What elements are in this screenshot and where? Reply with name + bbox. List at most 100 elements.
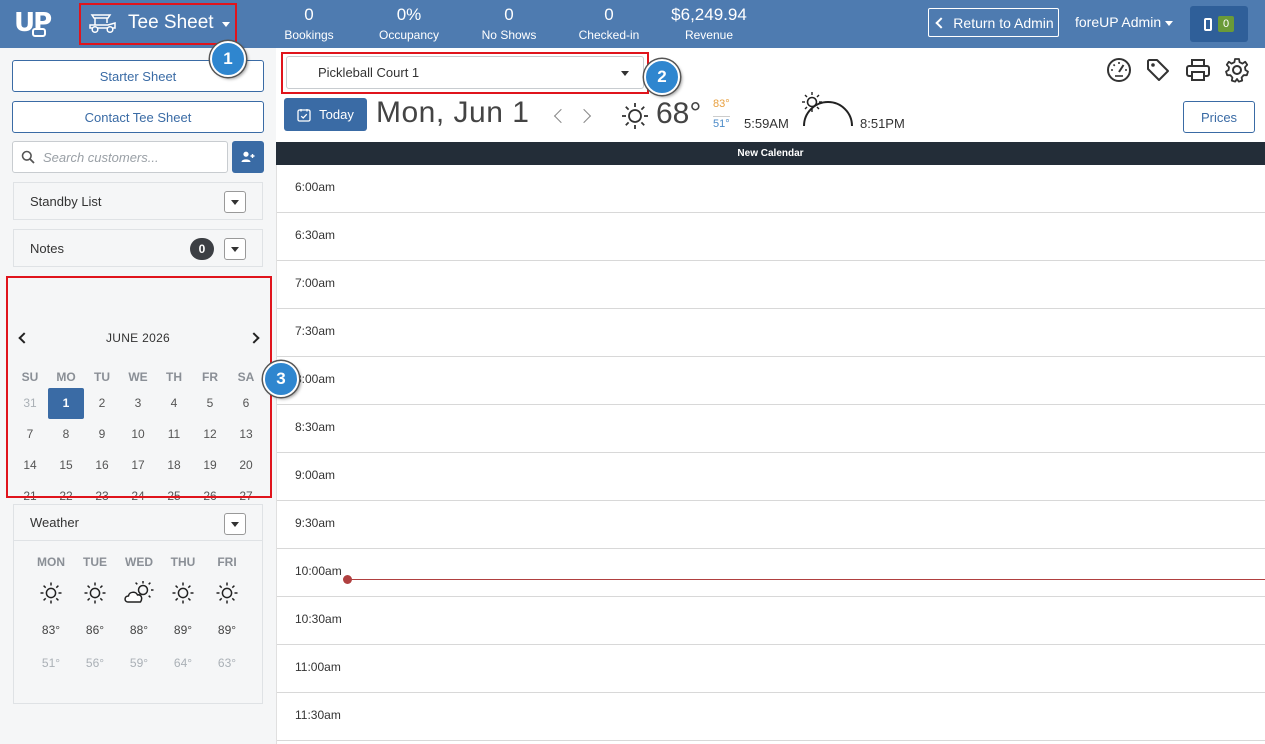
gear-icon[interactable] <box>1224 57 1250 83</box>
dashboard-gauge-icon[interactable] <box>1106 57 1132 83</box>
time-slot[interactable]: 6:00am <box>277 165 1265 213</box>
forecast-hi: 88° <box>129 623 149 637</box>
time-slot-label: 7:30am <box>295 324 336 338</box>
today-button[interactable]: Today <box>284 98 367 131</box>
stat-value: $6,249.94 <box>671 5 747 24</box>
chevron-down-icon <box>231 521 239 527</box>
forecast-day: THU <box>170 555 196 569</box>
forecast-day: FRI <box>217 555 237 569</box>
today-label: Today <box>319 107 354 122</box>
stat-label: Checked-in <box>578 28 640 42</box>
time-slot-label: 9:30am <box>295 516 336 530</box>
time-slot[interactable]: 7:00am <box>277 261 1265 309</box>
callout-box-module <box>79 3 237 45</box>
stat-revenue: $6,249.94 Revenue <box>664 5 754 43</box>
sunrise-time: 5:59AM <box>744 116 789 131</box>
search-input[interactable] <box>43 149 213 165</box>
stat-occupancy: 0% Occupancy <box>374 5 444 43</box>
time-slot[interactable]: 7:30am <box>277 309 1265 357</box>
time-slot[interactable]: 9:30am <box>277 501 1265 549</box>
standby-list-label: Standby List <box>30 193 102 209</box>
callout-badge: 1 <box>210 41 246 77</box>
forecast-hi: 89° <box>173 623 193 637</box>
add-user-icon <box>241 151 255 162</box>
standby-list-panel: Standby List <box>13 182 263 220</box>
standby-toggle-button[interactable] <box>224 191 246 213</box>
logo-tag-icon <box>32 28 46 37</box>
date-title: Mon, Jun 1 <box>376 96 530 129</box>
time-slot[interactable]: 10:30am <box>277 597 1265 645</box>
time-slot-label: 9:00am <box>295 468 336 482</box>
callout-box-calendar <box>6 276 272 498</box>
contact-tee-sheet-button[interactable]: Contact Tee Sheet <box>12 101 264 133</box>
sun-icon <box>205 573 249 613</box>
sun-icon <box>73 573 117 613</box>
time-slot[interactable]: 8:30am <box>277 405 1265 453</box>
sunset-time: 8:51PM <box>860 116 905 131</box>
prices-button[interactable]: Prices <box>1183 101 1255 133</box>
sunrise-sunset-arc-icon <box>802 92 853 127</box>
add-customer-button[interactable] <box>232 141 264 173</box>
notes-toggle-button[interactable] <box>224 238 246 260</box>
sun-icon <box>161 573 205 613</box>
stat-label: Occupancy <box>378 28 440 42</box>
weather-panel: Weather MON TUE WED THU FRI 83° 86° 88° 89° 89° 51… <box>13 504 263 704</box>
time-slot[interactable]: 11:00am <box>277 645 1265 693</box>
notes-count-badge: 0 <box>190 238 214 260</box>
forecast-day: TUE <box>83 555 107 569</box>
current-time-line <box>347 579 1265 580</box>
current-time-marker <box>343 575 352 584</box>
sun-icon <box>622 103 648 129</box>
forecast-lo: 64° <box>173 656 193 670</box>
forecast-lo: 51° <box>41 656 61 670</box>
stat-bookings: 0 Bookings <box>279 5 339 43</box>
forecast-grid: MON TUE WED THU FRI 83° 86° 88° 89° 89° 51° 56° 59° 6… <box>14 551 262 679</box>
time-slot[interactable]: 10:00am <box>277 549 1265 597</box>
price-tag-icon[interactable] <box>1145 57 1171 83</box>
time-slot-label: 7:00am <box>295 276 336 290</box>
time-slot-label: 11:30am <box>295 708 341 722</box>
time-slot[interactable]: 8:00am <box>277 357 1265 405</box>
stat-value: 0 <box>604 5 614 24</box>
stat-value: 0 <box>504 5 514 24</box>
time-slot[interactable]: 11:30am <box>277 693 1265 741</box>
stat-checked-in: 0 Checked-in <box>574 5 644 43</box>
forecast-hi: 83° <box>41 623 61 637</box>
stat-no-shows: 0 No Shows <box>474 5 544 43</box>
customer-search <box>12 141 228 173</box>
time-slot-label: 6:00am <box>295 180 336 194</box>
stat-label: Bookings <box>284 28 334 42</box>
time-slot-label: 10:00am <box>295 564 342 578</box>
forecast-lo: 63° <box>217 656 237 670</box>
callout-badge: 2 <box>644 59 680 95</box>
weather-label: Weather <box>30 515 79 530</box>
forecast-hi: 86° <box>85 623 105 637</box>
device-button[interactable]: 0 <box>1190 6 1248 42</box>
forecast-hi: 89° <box>217 623 237 637</box>
chevron-down-icon <box>231 199 239 205</box>
next-day-button[interactable] <box>576 107 595 125</box>
calendar-check-icon <box>297 108 311 122</box>
forecast-lo: 59° <box>129 656 149 670</box>
search-icon <box>21 150 35 164</box>
time-slot[interactable]: 9:00am <box>277 453 1265 501</box>
calendar-header: New Calendar <box>276 142 1265 165</box>
temperature-low: 51° <box>713 116 730 130</box>
device-count-badge: 0 <box>1217 16 1235 32</box>
stat-label: No Shows <box>481 28 537 42</box>
time-slot-label: 6:30am <box>295 228 336 242</box>
chevron-left-icon <box>553 108 568 124</box>
weather-toggle-button[interactable] <box>224 513 246 535</box>
return-label: Return to Admin <box>953 14 1054 31</box>
time-slot-label: 8:00am <box>295 372 336 386</box>
print-icon[interactable] <box>1185 57 1211 83</box>
user-name: foreUP Admin <box>1075 14 1162 30</box>
partly-cloudy-icon <box>117 573 161 613</box>
notes-panel: Notes 0 <box>13 229 263 267</box>
time-slot[interactable]: 6:30am <box>277 213 1265 261</box>
user-menu[interactable]: foreUP Admin <box>1075 14 1174 30</box>
prev-day-button[interactable] <box>549 107 568 125</box>
return-to-admin-button[interactable]: Return to Admin <box>928 8 1059 37</box>
forecast-lo: 56° <box>85 656 105 670</box>
forecast-day: MON <box>37 555 65 569</box>
